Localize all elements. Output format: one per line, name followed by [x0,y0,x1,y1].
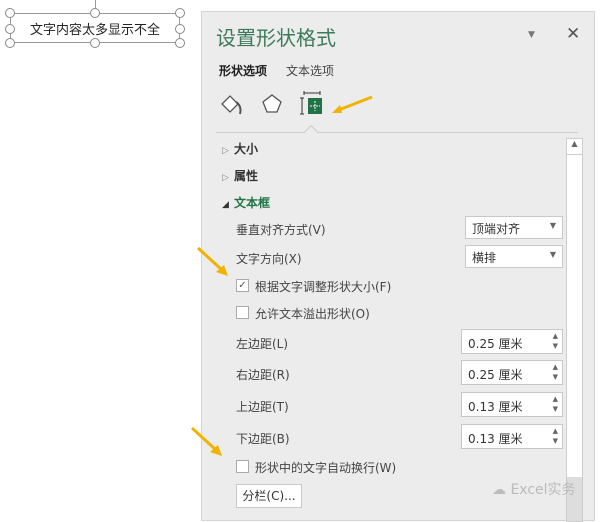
spinner-value: 0.13 厘米 [468,432,523,446]
section-size[interactable]: ▷ 大小 [222,140,258,157]
watermark-text: Excel实务 [510,482,576,498]
wechat-icon: ☁ [492,482,511,498]
resize-handle[interactable] [5,8,15,18]
left-margin-label: 左边距(L) [236,337,289,351]
tab-indicator [303,124,319,140]
spin-arrows-icon[interactable]: ▲ ▼ [553,362,558,382]
pane-options-chevron-icon[interactable]: ▼ [528,30,535,40]
text-direction-label: 文字方向(X) [236,252,302,266]
resize-handle[interactable] [175,24,185,34]
bottom-margin-label: 下边距(B) [236,432,290,446]
top-margin-label: 上边距(T) [236,400,289,414]
checkmark-icon: ✓ [238,280,247,291]
resize-handle[interactable] [90,38,100,48]
section-properties[interactable]: ▷ 属性 [222,167,258,184]
section-label: 属性 [234,169,259,183]
watermark: ☁ Excel实务 [492,479,576,499]
collapse-icon: ◢ [222,200,229,210]
tab-shape-options[interactable]: 形状选项 [219,62,267,79]
top-margin-spinner[interactable]: 0.13 厘米 ▲ ▼ [461,392,563,417]
divider [216,132,578,133]
annotation-arrow [190,426,222,456]
shape-text: 文字内容太多显示不全 [29,22,160,38]
text-direction-select[interactable]: 横排 ▼ [465,245,563,268]
right-margin-label: 右边距(R) [236,368,290,382]
spin-arrows-icon[interactable]: ▲ ▼ [553,331,558,351]
resize-handle[interactable] [175,8,185,18]
resize-handle[interactable] [5,24,15,34]
spinner-value: 0.25 厘米 [468,368,523,382]
right-margin-spinner[interactable]: 0.25 厘米 ▲ ▼ [461,360,563,385]
chevron-down-icon: ▼ [549,250,556,259]
select-value: 顶端对齐 [472,222,521,236]
expand-icon: ▷ [222,146,229,156]
vertical-align-select[interactable]: 顶端对齐 ▼ [465,216,563,239]
resize-handle[interactable] [90,8,100,18]
section-textbox[interactable]: ◢ 文本框 [222,194,270,211]
rotation-handle-line [95,0,96,8]
chevron-down-icon: ▼ [549,221,556,230]
spin-arrows-icon[interactable]: ▲ ▼ [553,394,558,414]
size-properties-icon[interactable] [300,90,324,119]
section-label: 大小 [234,142,259,156]
effects-icon[interactable] [260,92,284,119]
overflow-checkbox[interactable] [236,306,249,319]
autofit-label: 根据文字调整形状大小(F) [255,280,392,294]
close-icon[interactable]: ✕ [566,24,580,44]
left-margin-spinner[interactable]: 0.25 厘米 ▲ ▼ [461,329,563,354]
bottom-margin-spinner[interactable]: 0.13 厘米 ▲ ▼ [461,424,563,449]
tab-text-options[interactable]: 文本选项 [286,62,334,79]
wrap-text-checkbox[interactable] [236,460,249,473]
spinner-value: 0.25 厘米 [468,337,523,351]
expand-icon: ▷ [222,173,229,183]
spin-arrows-icon[interactable]: ▲ ▼ [553,426,558,446]
resize-handle[interactable] [5,38,15,48]
section-label: 文本框 [234,196,271,210]
fill-line-icon[interactable] [218,92,244,119]
scrollbar[interactable]: ▲ [566,138,583,522]
wrap-text-label: 形状中的文字自动换行(W) [255,461,397,475]
overflow-label: 允许文本溢出形状(O) [255,307,370,321]
annotation-arrow [196,246,228,276]
format-shape-pane: 设置形状格式 ▼ ✕ 形状选项 文本选项 ▲ ▷ 大小 ▷ 属性 ◢ 文本框 垂直对齐… [201,11,595,522]
spinner-value: 0.13 厘米 [468,400,523,414]
pane-title: 设置形状格式 [216,26,336,50]
columns-button[interactable]: 分栏(C)... [236,484,302,508]
select-value: 横排 [472,251,497,265]
vertical-align-label: 垂直对齐方式(V) [236,223,326,237]
autofit-checkbox[interactable]: ✓ [236,279,249,292]
scroll-up-icon[interactable]: ▲ [567,139,582,155]
annotation-arrow [332,95,373,113]
resize-handle[interactable] [175,38,185,48]
